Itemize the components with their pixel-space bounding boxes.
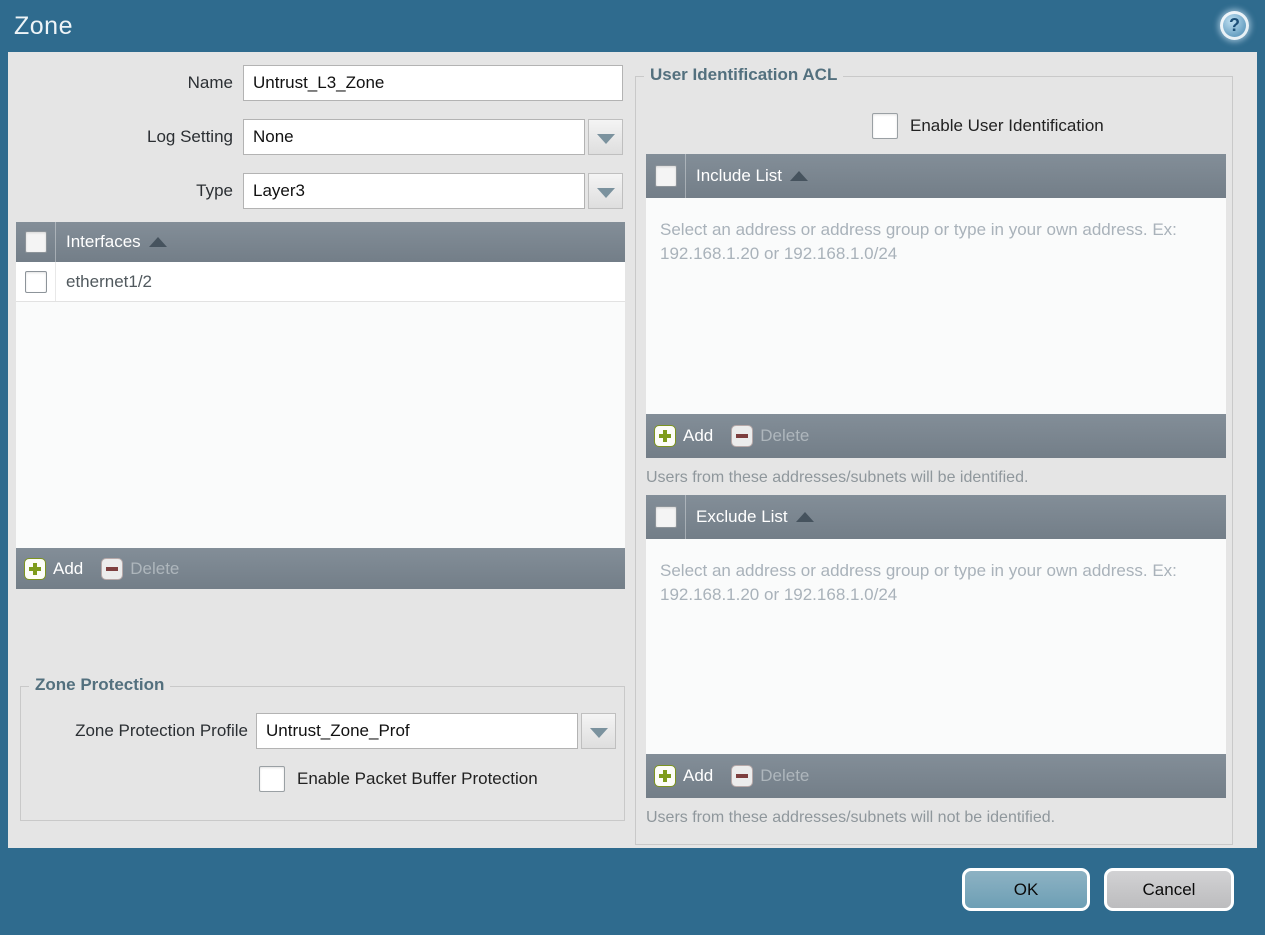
delete-button-label: Delete [760,766,810,785]
exclude-list-header[interactable]: Exclude List [646,495,1226,539]
zone-protection-legend: Zone Protection [29,675,171,695]
exclude-list-header-label: Exclude List [696,507,788,526]
exclude-delete-button[interactable]: Delete [731,765,809,787]
include-delete-button[interactable]: Delete [731,425,809,447]
exclude-list-body[interactable]: Select an address or address group or ty… [646,539,1226,756]
ok-button[interactable]: OK [962,868,1090,911]
packet-buffer-label: Enable Packet Buffer Protection [297,769,538,788]
add-button-label: Add [683,766,714,785]
interface-name: ethernet1/2 [66,271,153,291]
sort-asc-icon[interactable] [795,512,814,522]
enable-user-identification-label: Enable User Identification [910,116,1104,135]
dialog-title: Zone [14,12,73,40]
include-select-all-cell [646,154,686,198]
exclude-add-button[interactable]: Add [654,765,713,787]
type-input[interactable] [243,173,585,209]
type-label: Type [196,181,233,200]
add-button-label: Add [683,426,714,445]
include-list-body[interactable]: Select an address or address group or ty… [646,198,1226,416]
log-setting-input[interactable] [243,119,585,155]
chevron-down-icon [597,188,615,198]
cancel-button[interactable]: Cancel [1104,868,1234,911]
log-setting-dropdown-button[interactable] [588,119,623,155]
interfaces-footer: Add Delete [16,548,625,589]
include-list-placeholder: Select an address or address group or ty… [660,220,1177,263]
include-list-table: Include List Select an address or addres… [646,154,1226,458]
exclude-select-all-cell [646,495,686,539]
interface-checkbox-cell [16,262,56,301]
zone-protection-profile-dropdown-button[interactable] [581,713,616,749]
packet-buffer-checkbox[interactable] [259,766,285,792]
chevron-down-icon [590,728,608,738]
interfaces-delete-button[interactable]: Delete [101,557,180,580]
delete-button-label: Delete [760,426,810,445]
chevron-down-icon [597,134,615,144]
interfaces-select-all-checkbox[interactable] [24,231,47,253]
include-list-header[interactable]: Include List [646,154,1226,198]
name-label: Name [187,73,233,92]
include-list-footer: Add Delete [646,414,1226,458]
interface-row[interactable]: ethernet1/2 [16,262,625,302]
interfaces-select-all-cell [16,222,56,262]
help-icon[interactable]: ? [1220,11,1249,40]
interface-checkbox[interactable] [24,270,47,293]
delete-button-label: Delete [130,558,180,578]
zone-protection-profile-label: Zone Protection Profile [75,721,248,740]
plus-icon [654,765,676,787]
exclude-list-caption: Users from these addresses/subnets will … [646,809,1056,826]
include-list-caption: Users from these addresses/subnets will … [646,469,1029,486]
exclude-list-placeholder: Select an address or address group or ty… [660,561,1177,604]
interfaces-header-label: Interfaces [66,232,141,251]
interfaces-header[interactable]: Interfaces [16,222,625,262]
user-identification-legend: User Identification ACL [644,65,844,85]
add-button-label: Add [53,558,84,578]
dialog-content: Name Log Setting Type Interfaces etherne… [8,52,1257,848]
exclude-list-footer: Add Delete [646,754,1226,798]
zone-protection-profile-input[interactable] [256,713,578,749]
plus-icon [24,557,46,580]
exclude-select-all-checkbox[interactable] [654,506,677,528]
enable-user-identification-checkbox[interactable] [872,113,898,139]
interfaces-table: Interfaces ethernet1/2 Add Delete [16,222,625,589]
interfaces-add-button[interactable]: Add [24,557,84,580]
name-input[interactable] [243,65,623,101]
minus-icon [101,557,124,580]
zone-protection-fieldset: Zone Protection Zone Protection Profile … [20,675,625,821]
dialog-titlebar: Zone ? [0,0,1265,52]
include-add-button[interactable]: Add [654,425,713,447]
sort-asc-icon[interactable] [790,171,808,181]
user-identification-fieldset: User Identification ACL Enable User Iden… [635,65,1233,845]
log-setting-label: Log Setting [146,127,233,146]
type-dropdown-button[interactable] [588,173,623,209]
sort-asc-icon[interactable] [148,237,167,247]
include-list-header-label: Include List [696,166,782,185]
minus-icon [731,425,754,447]
exclude-list-table: Exclude List Select an address or addres… [646,495,1226,798]
minus-icon [731,765,754,787]
include-select-all-checkbox[interactable] [654,165,677,187]
plus-icon [654,425,676,447]
